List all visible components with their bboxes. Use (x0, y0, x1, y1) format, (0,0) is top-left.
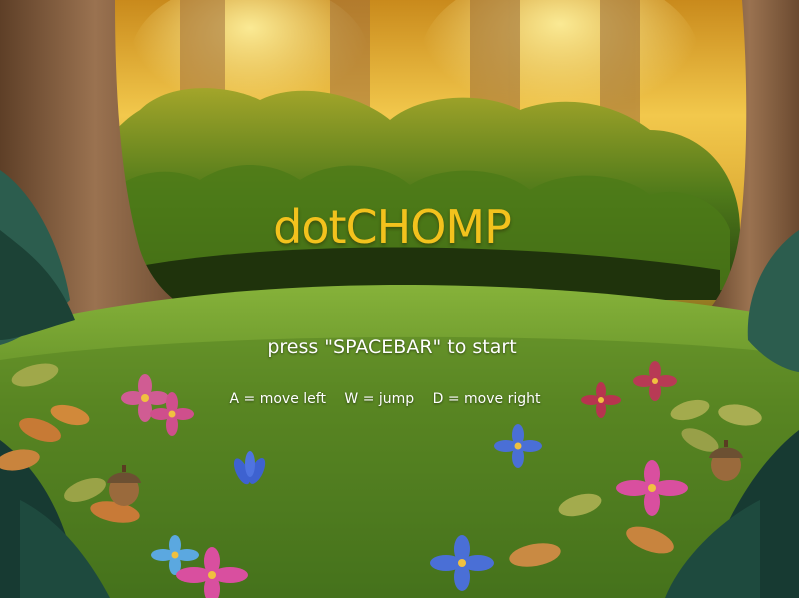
control-move-right: D = move right (432, 391, 541, 407)
controls-help: A = move left W = jump D = move right (0, 391, 770, 407)
forest-background (0, 0, 799, 598)
game-title: dotCHOMP (273, 200, 512, 254)
start-prompt: press "SPACEBAR" to start (267, 336, 517, 358)
control-jump: W = jump (344, 391, 415, 407)
game-screen[interactable]: dotCHOMP press "SPACEBAR" to start A = m… (0, 0, 799, 598)
control-move-left: A = move left (229, 391, 326, 407)
